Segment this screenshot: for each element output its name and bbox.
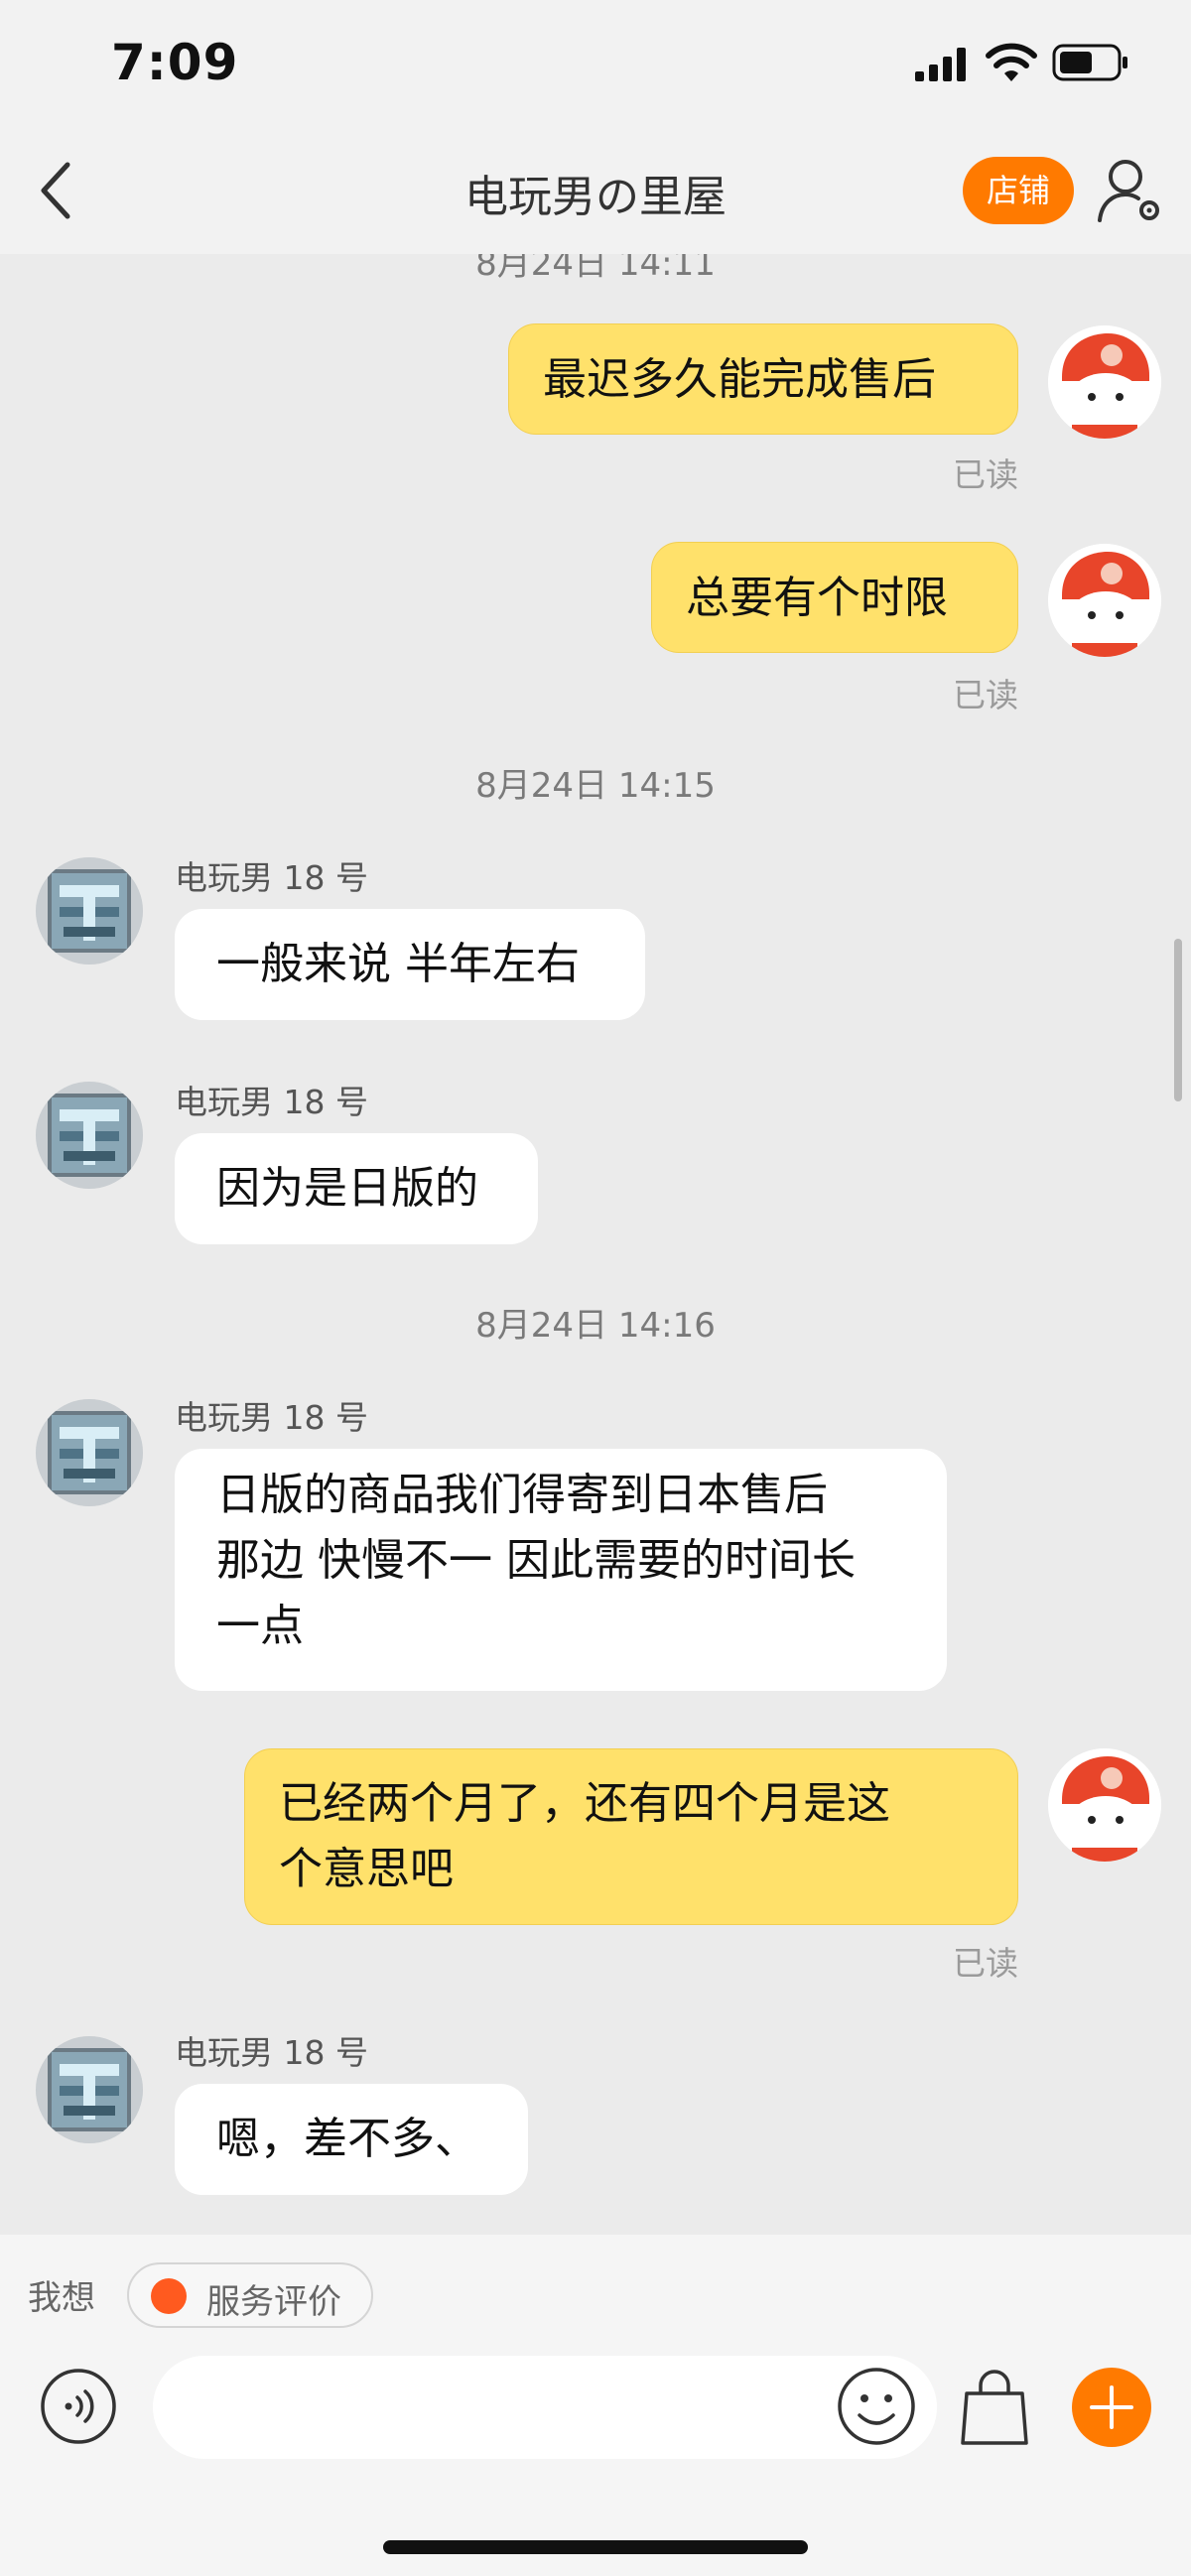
message-line: 个意思吧	[279, 1844, 454, 1894]
chat-area[interactable]: 8月24日 14:11 最迟多久能完成售后 已读 总要有个时限 已读 8月24日…	[0, 254, 1191, 2235]
my-avatar-image	[1048, 544, 1161, 657]
voice-icon[interactable]	[40, 2368, 117, 2445]
seller-message-bubble[interactable]: 嗯，差不多、	[175, 2084, 528, 2195]
my-message-bubble[interactable]: 最迟多久能完成售后	[508, 323, 1018, 435]
seller-avatar-image	[36, 857, 143, 965]
my-avatar-image	[1048, 325, 1161, 439]
nav-bar: 电玩男の里屋 店铺	[0, 129, 1191, 255]
read-status: 已读	[953, 455, 1018, 494]
battery-icon	[1052, 44, 1127, 81]
message-line: 日版的商品我们得寄到日本售后	[216, 1470, 828, 1520]
plus-button[interactable]	[1072, 2368, 1151, 2447]
timestamp: 8月24日 14:15	[475, 766, 716, 806]
seller-message-bubble[interactable]: 因为是日版的	[175, 1133, 538, 1244]
my-avatar[interactable]	[1048, 1748, 1161, 1862]
smiley-icon[interactable]	[836, 2366, 917, 2447]
shop-button[interactable]: 店铺	[963, 157, 1074, 224]
input-bar	[0, 2356, 1191, 2576]
sender-name: 电玩男 18 号	[175, 1083, 368, 1121]
my-message-bubble[interactable]: 已经两个月了，还有四个月是这 个意思吧	[244, 1748, 1018, 1925]
seller-message-bubble[interactable]: 日版的商品我们得寄到日本售后 那边 快慢不一 因此需要的时间长 一点	[175, 1449, 947, 1691]
sender-name: 电玩男 18 号	[175, 858, 368, 897]
service-review-chip[interactable]: 服务评价	[127, 2262, 373, 2328]
read-status: 已读	[953, 676, 1018, 714]
review-icon	[151, 2278, 187, 2314]
sender-name: 电玩男 18 号	[175, 1398, 368, 1437]
sender-name: 电玩男 18 号	[175, 2033, 368, 2072]
seller-avatar-image	[36, 1399, 143, 1506]
seller-message-bubble[interactable]: 一般来说 半年左右	[175, 909, 645, 1020]
scrollbar[interactable]	[1174, 939, 1182, 1101]
wifi-icon	[986, 43, 1037, 81]
read-status: 已读	[953, 1944, 1018, 1983]
seller-avatar-image	[36, 1082, 143, 1189]
my-avatar-image	[1048, 1748, 1161, 1862]
timestamp: 8月24日 14:16	[475, 1306, 716, 1346]
seller-avatar-image	[36, 2036, 143, 2143]
plus-icon	[1090, 2385, 1133, 2429]
seller-avatar[interactable]	[36, 857, 143, 965]
cellular-signal-icon	[915, 48, 966, 81]
shopping-bag-icon[interactable]	[957, 2368, 1032, 2447]
quick-label: 我想	[28, 2278, 95, 2318]
chip-label: 服务评价	[206, 2282, 341, 2322]
home-indicator	[383, 2540, 808, 2554]
message-line: 一点	[216, 1601, 304, 1651]
timestamp: 8月24日 14:11	[475, 254, 716, 284]
seller-avatar[interactable]	[36, 2036, 143, 2143]
message-line: 已经两个月了，还有四个月是这	[279, 1778, 890, 1829]
my-avatar[interactable]	[1048, 544, 1161, 657]
status-bar: 7:09	[0, 0, 1191, 129]
seller-avatar[interactable]	[36, 1399, 143, 1506]
quick-actions-bar: 我想 服务评价	[0, 2235, 1191, 2356]
message-line: 那边 快慢不一 因此需要的时间长	[216, 1535, 856, 1586]
user-settings-icon[interactable]	[1094, 155, 1165, 226]
my-message-bubble[interactable]: 总要有个时限	[651, 542, 1018, 653]
seller-avatar[interactable]	[36, 1082, 143, 1189]
status-time: 7:09	[111, 34, 239, 91]
my-avatar[interactable]	[1048, 325, 1161, 439]
message-input[interactable]	[153, 2356, 937, 2459]
